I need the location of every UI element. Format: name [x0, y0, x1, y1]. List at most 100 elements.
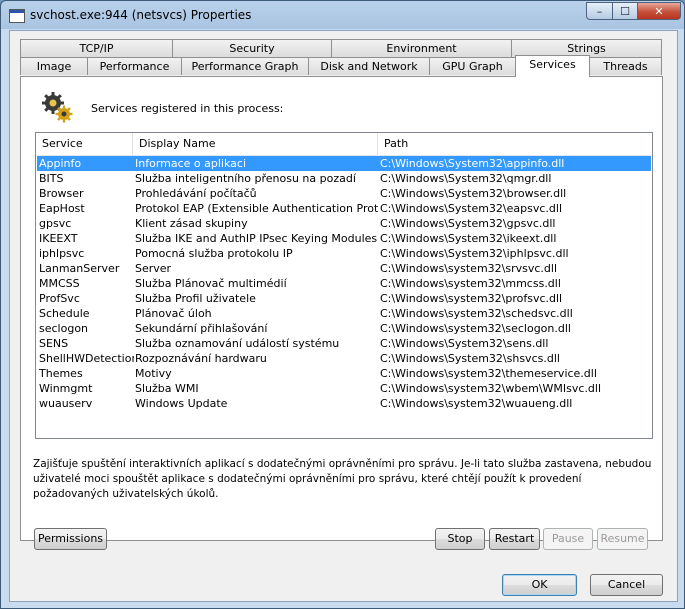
- cell-service: wuauserv: [39, 397, 93, 410]
- table-row[interactable]: LanmanServer Server C:\Windows\system32\sr…: [37, 261, 651, 276]
- maximize-button[interactable]: ☐: [612, 2, 638, 20]
- cell-path: C:\Windows\System32\qmgr.dll: [380, 172, 552, 185]
- cell-service: seclogon: [39, 322, 89, 335]
- table-row[interactable]: Browser Prohledávání počítačů C:\Windows\S…: [37, 186, 651, 201]
- column-header-path[interactable]: Path: [378, 133, 652, 155]
- tab-performance[interactable]: Performance: [87, 57, 182, 75]
- table-row[interactable]: seclogon Sekundární přihlašování C:\Window…: [37, 321, 651, 336]
- tab-image[interactable]: Image: [20, 57, 88, 75]
- cell-service: iphlpsvc: [39, 247, 85, 260]
- app-window-icon: [9, 9, 25, 23]
- cell-service: MMCSS: [39, 277, 80, 290]
- tab-disk-and-network[interactable]: Disk and Network: [308, 57, 430, 75]
- cell-display-name: Služba IKE and AuthIP IPsec Keying Modul…: [135, 232, 378, 245]
- cell-display-name: Služba Plánovač multimédií: [135, 277, 287, 290]
- table-row[interactable]: Appinfo Informace o aplikaci C:\Windows\Sy…: [37, 156, 651, 171]
- cell-display-name: Protokol EAP (Extensible Authentication …: [135, 202, 378, 215]
- cell-path: C:\Windows\system32\wuaueng.dll: [380, 397, 573, 410]
- tab-environment[interactable]: Environment: [331, 39, 512, 57]
- cell-path: C:\Windows\system32\schedsvc.dll: [380, 307, 573, 320]
- table-row[interactable]: ProfSvc Služba Profil uživatele C:\Windows…: [37, 291, 651, 306]
- permissions-button[interactable]: Permissions: [34, 528, 107, 550]
- cell-display-name: Sekundární přihlašování: [135, 322, 268, 335]
- table-row[interactable]: IKEEXT Služba IKE and AuthIP IPsec Keying…: [37, 231, 651, 246]
- table-row[interactable]: ShellHWDetection Rozpoznávání hardwaru C:\…: [37, 351, 651, 366]
- table-row[interactable]: gpsvc Klient zásad skupiny C:\Windows\Syst…: [37, 216, 651, 231]
- services-panel: Services registered in this process: Ser…: [20, 76, 663, 541]
- title-bar[interactable]: svchost.exe:944 (netsvcs) Properties – ☐…: [1, 1, 684, 31]
- table-row[interactable]: BITS Služba inteligentního přenosu na poz…: [37, 171, 651, 186]
- cell-path: C:\Windows\System32\appinfo.dll: [380, 157, 565, 170]
- table-row[interactable]: MMCSS Služba Plánovač multimédií C:\Window…: [37, 276, 651, 291]
- cell-service: ProfSvc: [39, 292, 80, 305]
- cell-path: C:\Windows\System32\gpsvc.dll: [380, 217, 556, 230]
- cell-path: C:\Windows\system32\themeservice.dll: [380, 367, 597, 380]
- ok-button[interactable]: OK: [502, 574, 577, 596]
- cell-path: C:\Windows\System32\eapsvc.dll: [380, 202, 562, 215]
- tab-security[interactable]: Security: [172, 39, 332, 57]
- cell-path: C:\Windows\System32\ikeext.dll: [380, 232, 557, 245]
- services-label: Services registered in this process:: [91, 102, 284, 115]
- cell-path: C:\Windows\system32\seclogon.dll: [380, 322, 571, 335]
- cell-display-name: Prohledávání počítačů: [135, 187, 257, 200]
- properties-window: svchost.exe:944 (netsvcs) Properties – ☐…: [0, 0, 685, 609]
- table-row[interactable]: wuauserv Windows Update C:\Windows\system3…: [37, 396, 651, 411]
- column-header-display-name[interactable]: Display Name: [133, 133, 378, 155]
- tab-performance-graph[interactable]: Performance Graph: [181, 57, 309, 75]
- cell-path: C:\Windows\System32\shsvcs.dll: [380, 352, 560, 365]
- list-header: Service Display Name Path: [36, 133, 652, 156]
- cell-service: Winmgmt: [39, 382, 93, 395]
- cell-service: Themes: [39, 367, 83, 380]
- tab-threads[interactable]: Threads: [589, 57, 662, 75]
- pause-button[interactable]: Pause: [543, 528, 593, 550]
- cell-display-name: Motivy: [135, 367, 172, 380]
- cell-path: C:\Windows\system32\srvsvc.dll: [380, 262, 558, 275]
- cell-service: BITS: [39, 172, 64, 185]
- cell-path: C:\Windows\System32\sens.dll: [380, 337, 549, 350]
- table-row[interactable]: Themes Motivy C:\Windows\system32\themeser…: [37, 366, 651, 381]
- cell-service: Browser: [39, 187, 84, 200]
- resume-button[interactable]: Resume: [597, 528, 648, 550]
- cell-display-name: Služba oznamování událostí systému: [135, 337, 340, 350]
- cell-service: SENS: [39, 337, 69, 350]
- cell-service: Appinfo: [39, 157, 82, 170]
- cell-display-name: Služba WMI: [135, 382, 199, 395]
- cell-path: C:\Windows\System32\browser.dll: [380, 187, 567, 200]
- cell-path: C:\Windows\System32\iphlpsvc.dll: [380, 247, 569, 260]
- cell-service: LanmanServer: [39, 262, 120, 275]
- column-header-service[interactable]: Service: [36, 133, 133, 155]
- gears-icon: [42, 92, 73, 123]
- restart-button[interactable]: Restart: [489, 528, 540, 550]
- table-row[interactable]: iphlpsvc Pomocná služba protokolu IP C:\Wi…: [37, 246, 651, 261]
- cell-display-name: Pomocná služba protokolu IP: [135, 247, 293, 260]
- table-row[interactable]: Schedule Plánovač úloh C:\Windows\system32…: [37, 306, 651, 321]
- cell-path: C:\Windows\system32\mmcss.dll: [380, 277, 561, 290]
- cancel-button[interactable]: Cancel: [590, 574, 663, 596]
- stop-button[interactable]: Stop: [435, 528, 485, 550]
- table-row[interactable]: EapHost Protokol EAP (Extensible Authenti…: [37, 201, 651, 216]
- minimize-button[interactable]: –: [586, 2, 613, 20]
- close-button[interactable]: ✕: [637, 2, 681, 20]
- tab-gpu-graph[interactable]: GPU Graph: [429, 57, 516, 75]
- table-row[interactable]: Winmgmt Služba WMI C:\Windows\system32\wbe…: [37, 381, 651, 396]
- service-description: Zajišťuje spuštění interaktivních aplika…: [33, 458, 652, 500]
- cell-display-name: Windows Update: [135, 397, 228, 410]
- cell-service: ShellHWDetection: [39, 352, 134, 365]
- tab-services[interactable]: Services: [515, 55, 590, 77]
- table-row[interactable]: SENS Služba oznamování událostí systému C:…: [37, 336, 651, 351]
- cell-service: Schedule: [39, 307, 90, 320]
- cell-display-name: Klient zásad skupiny: [135, 217, 248, 230]
- cell-display-name: Služba Profil uživatele: [135, 292, 256, 305]
- tab-tcpip[interactable]: TCP/IP: [20, 39, 173, 57]
- cell-display-name: Plánovač úloh: [135, 307, 212, 320]
- cell-service: gpsvc: [39, 217, 72, 230]
- cell-display-name: Server: [135, 262, 172, 275]
- services-list[interactable]: Service Display Name Path Appinfo Informa…: [35, 132, 653, 439]
- cell-service: IKEEXT: [39, 232, 78, 245]
- cell-display-name: Informace o aplikaci: [135, 157, 246, 170]
- cell-display-name: Služba inteligentního přenosu na pozadí: [135, 172, 356, 185]
- cell-path: C:\Windows\system32\wbem\WMIsvc.dll: [380, 382, 602, 395]
- cell-service: EapHost: [39, 202, 85, 215]
- dialog-body: TCP/IP Security Environment Strings Imag…: [9, 30, 678, 602]
- cell-path: C:\Windows\system32\profsvc.dll: [380, 292, 563, 305]
